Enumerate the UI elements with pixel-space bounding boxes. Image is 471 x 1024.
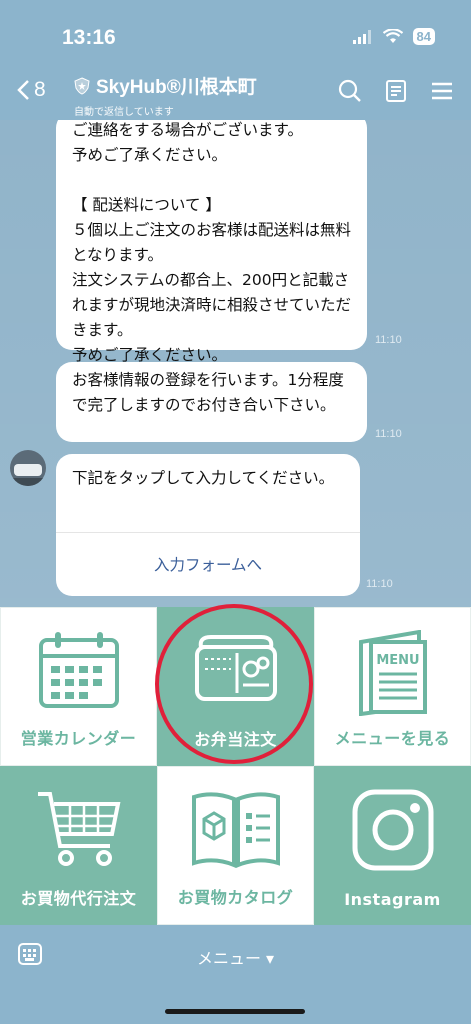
status-time: 13:16 — [62, 26, 116, 49]
message-time: 11:10 — [375, 334, 402, 346]
battery-indicator: 84 — [412, 28, 435, 45]
wifi-icon — [382, 29, 403, 43]
menu-tile-label: お買物代行注文 — [20, 889, 137, 908]
menu-tile-instagram[interactable]: Instagram — [314, 766, 471, 925]
catalog-icon — [191, 792, 280, 868]
rich-menu: 営業カレンダー お弁当注文 MENU メニューを見る お買物代行注文 お買物カタ… — [0, 607, 471, 925]
menu-tile-calendar[interactable]: 営業カレンダー — [0, 607, 157, 766]
verified-shield-icon — [74, 76, 90, 95]
message-text: ご連絡をする場合がございます。 予めご了承ください。 【 配送料について 】 ５… — [72, 121, 352, 364]
menu-tile-label: お弁当注文 — [194, 730, 277, 749]
status-icons: 84 — [352, 28, 435, 45]
message-time: 11:10 — [366, 578, 393, 590]
message-time: 11:10 — [375, 428, 402, 440]
message-bubble: ご連絡をする場合がございます。 予めご了承ください。 【 配送料について 】 ５… — [56, 120, 367, 364]
instagram-icon — [352, 789, 433, 871]
bot-avatar[interactable] — [10, 450, 46, 486]
bento-icon — [194, 635, 277, 701]
status-bar: 13:16 84 — [0, 0, 471, 66]
message-card: 下記をタップして入力してください。 入力フォームへ — [56, 454, 360, 596]
message-text: お客様情報の登録を行います。1分程度で完了しますのでお付き合い下さい。 — [72, 371, 344, 414]
calendar-icon — [38, 632, 119, 708]
menu-tile-label: お買物カタログ — [177, 888, 294, 907]
chat-header: 8 SkyHub®川根本町 自動で返信しています — [0, 66, 471, 120]
menu-tile-label: メニューを見る — [334, 729, 451, 748]
hamburger-menu-icon[interactable] — [429, 78, 455, 104]
menu-book-text: MENU — [376, 653, 419, 668]
notes-icon[interactable] — [383, 78, 409, 104]
chevron-left-icon — [17, 80, 29, 100]
message-text: 下記をタップして入力してください。 — [72, 469, 335, 487]
menu-book-icon: MENU — [358, 630, 427, 716]
menu-tile-bento-order[interactable]: お弁当注文 — [157, 607, 314, 766]
search-icon[interactable] — [337, 78, 363, 104]
message-bubble: お客様情報の登録を行います。1分程度で完了しますのでお付き合い下さい。 — [56, 362, 367, 442]
menu-tile-catalog[interactable]: お買物カタログ — [157, 766, 314, 925]
input-form-link[interactable]: 入力フォームへ — [56, 532, 360, 596]
menu-tile-view-menu[interactable]: MENU メニューを見る — [314, 607, 471, 766]
chat-subtitle: 自動で返信しています — [74, 107, 174, 118]
bottom-bar: メニュー ▾ — [0, 925, 471, 1024]
signal-icon — [352, 29, 371, 44]
menu-tile-label: Instagram — [344, 890, 441, 909]
chat-title: SkyHub®川根本町 — [96, 77, 257, 98]
chat-area[interactable]: ご連絡をする場合がございます。 予めご了承ください。 【 配送料について 】 ５… — [0, 120, 471, 607]
home-indicator — [165, 1009, 305, 1014]
cart-icon — [37, 792, 120, 866]
menu-tile-label: 営業カレンダー — [20, 729, 137, 748]
menu-tile-shopping-order[interactable]: お買物代行注文 — [0, 766, 157, 925]
rich-menu-toggle[interactable]: メニュー ▾ — [0, 945, 471, 969]
back-button[interactable]: 8 — [16, 78, 46, 102]
unread-count: 8 — [34, 78, 46, 101]
chat-title-area[interactable]: SkyHub®川根本町 自動で返信しています — [74, 72, 257, 118]
